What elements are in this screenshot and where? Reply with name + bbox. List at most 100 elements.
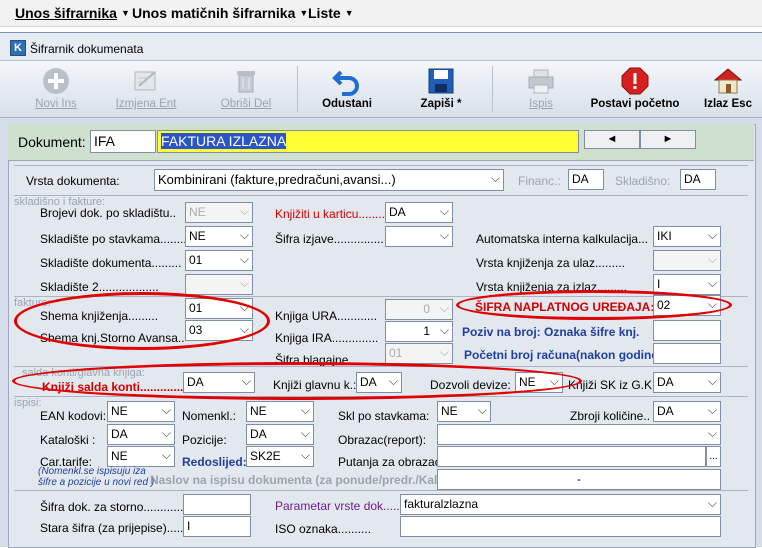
delete-button[interactable]: Obriši Del (210, 64, 282, 116)
printer-icon (528, 69, 554, 94)
katalogski-select[interactable]: DA (107, 424, 175, 445)
sk-gk-label: Knjiži SK iz G.K: (568, 378, 656, 392)
stara-label: Stara šifra (za prijepise)..... (40, 521, 184, 535)
sk-gk-select[interactable]: DA (653, 372, 721, 393)
skl-stavkama-select[interactable]: NE (437, 401, 491, 422)
menu-unos-maticnih[interactable]: Unos matičnih šifrarnika ▼ (132, 5, 308, 21)
divider (14, 296, 748, 297)
naslov-label: Naslov na ispisu dokumenta (za ponude/pr… (150, 473, 453, 487)
toolbar-separator (492, 66, 493, 112)
shema-select[interactable]: 01 (185, 298, 253, 319)
skladiste-dok-select[interactable]: 01 (185, 250, 253, 271)
knjiziti-select[interactable]: DA (385, 202, 453, 223)
next-record-button[interactable]: ► (640, 130, 696, 149)
vrsta-ulaz-select[interactable] (653, 250, 721, 271)
document-code-input[interactable]: IFA (90, 130, 156, 153)
next-icon: ► (662, 133, 674, 145)
plus-icon (43, 68, 69, 94)
ean-label: EAN kodovi: (40, 409, 107, 423)
nomenkl-select[interactable]: NE (246, 401, 314, 422)
redoslijed-label: Redoslijed: (182, 455, 247, 469)
cartarife-select[interactable]: NE (107, 446, 175, 467)
document-name-input[interactable]: FAKTURA IZLAZNA (157, 130, 579, 153)
naslov-input[interactable]: - (437, 469, 721, 490)
new-button[interactable]: Novi Ins (20, 64, 92, 116)
caret-down-icon: ▼ (120, 8, 130, 18)
putanja-input[interactable] (437, 446, 706, 467)
prev-record-button[interactable]: ◄ (584, 130, 640, 149)
naplatni-label: ŠIFRA NAPLATNOG UREĐAJA: (475, 300, 655, 314)
poziv-input[interactable] (653, 320, 721, 341)
reset-button[interactable]: Postavi početno (586, 64, 684, 116)
obrazac-select[interactable] (437, 424, 721, 445)
window-title: Šifrarnik dokumenata (30, 42, 144, 56)
save-button[interactable]: Zapiši * (405, 64, 477, 116)
nomenkl-label: Nomenkl.: (182, 409, 237, 423)
parametar-select[interactable]: fakturalzlazna (400, 494, 721, 515)
knjizi-glavnu-select[interactable]: DA (356, 372, 402, 393)
sifra-izjave-label: Šifra izjave............... (275, 232, 384, 246)
putanja-label: Putanja za obrazac (338, 455, 441, 469)
skladiste2-label: Skladište 2.................. (40, 280, 159, 294)
vrsta-label: Vrsta dokumenta: (26, 174, 120, 188)
sifra-blag-label: Šifra blagajne....... (275, 353, 372, 367)
knjiga-ura-select[interactable]: 0 (385, 299, 453, 320)
storno-label: Šifra dok. za storno............. (40, 500, 187, 514)
auto-kalk-select[interactable]: IKI (653, 226, 721, 247)
auto-kalk-label: Automatska interna kalkulacija... (476, 232, 649, 246)
section-ispisi: ispisi: (14, 397, 42, 409)
parametar-label: Parametar vrste dok......... (275, 499, 414, 513)
shema-storno-select[interactable]: 03 (185, 320, 253, 341)
redoslijed-select[interactable]: SK2E (246, 446, 314, 467)
shema-storno-label: Shema knj.Storno Avansa.. (40, 331, 185, 345)
section-salda: salda konti/glavna knjiga: (22, 367, 145, 379)
sifra-izjave-select[interactable] (385, 226, 453, 247)
exit-button[interactable]: Izlaz Esc (696, 64, 760, 116)
zbroji-label: Zbroji količine.. (570, 409, 651, 423)
poziv-label: Poziv na broj: Oznaka šifre knj. (462, 325, 640, 339)
pocetni-input[interactable] (653, 343, 721, 364)
storno-input[interactable] (183, 494, 251, 515)
stara-input[interactable]: I (183, 516, 251, 537)
stop-warning-icon (621, 67, 649, 95)
shema-label: Shema knjiženja......... (40, 309, 159, 323)
iso-label: ISO oznaka.......... (275, 522, 372, 536)
home-icon (713, 68, 743, 94)
zbroji-select[interactable]: DA (653, 401, 721, 422)
pocetni-label: Početni broj računa(nakon godine) (464, 348, 663, 362)
trash-icon (237, 71, 255, 93)
knjizi-salda-label: Knjiži salda konti.............: (42, 380, 188, 394)
toolbar-separator (297, 66, 298, 112)
ean-select[interactable]: NE (107, 401, 175, 422)
sifra-blag-select[interactable]: 01 (385, 343, 453, 364)
cancel-button[interactable]: Odustani (311, 64, 383, 116)
prev-icon: ◄ (606, 133, 618, 145)
print-button[interactable]: Ispis (505, 64, 577, 116)
edit-button[interactable]: Izmjena Ent (110, 64, 182, 116)
devize-label: Dozvoli devize: (430, 378, 511, 392)
divider (14, 490, 748, 491)
browse-button[interactable]: ... (706, 446, 721, 467)
knjiziti-label: Knjižiti u karticu......... (275, 207, 389, 221)
knjiga-ira-select[interactable]: 1 (385, 321, 453, 342)
edit-icon (134, 71, 156, 91)
floppy-save-icon (428, 68, 454, 94)
vrsta-izlaz-select[interactable]: I (653, 274, 721, 295)
section-fakture: fakture: (14, 297, 51, 309)
skladisno-field: DA (680, 169, 716, 190)
naplatni-select[interactable]: 02 (653, 295, 721, 316)
skladisno-label: Skladišno: (615, 174, 671, 188)
iso-input[interactable] (400, 516, 721, 537)
menu-liste[interactable]: Liste ▼ (308, 5, 354, 21)
brojevi-select[interactable]: NE (185, 202, 253, 223)
divider (14, 165, 748, 166)
skladiste2-select[interactable] (185, 274, 253, 295)
knjizi-salda-select[interactable]: DA (183, 372, 255, 393)
vrsta-select[interactable]: Kombinirani (fakture,predračuni,avansi..… (154, 169, 504, 191)
menu-unos-sifrarnika[interactable]: Unos šifrarnika ▼ (15, 5, 130, 21)
pozicije-select[interactable]: DA (246, 424, 314, 445)
skladiste-stavkama-select[interactable]: NE (185, 226, 253, 247)
devize-select[interactable]: NE (515, 372, 563, 393)
knjizi-glavnu-label: Knjiži glavnu k.: (273, 378, 357, 392)
skladiste-dok-label: Skladište dokumenta......... (40, 256, 182, 270)
